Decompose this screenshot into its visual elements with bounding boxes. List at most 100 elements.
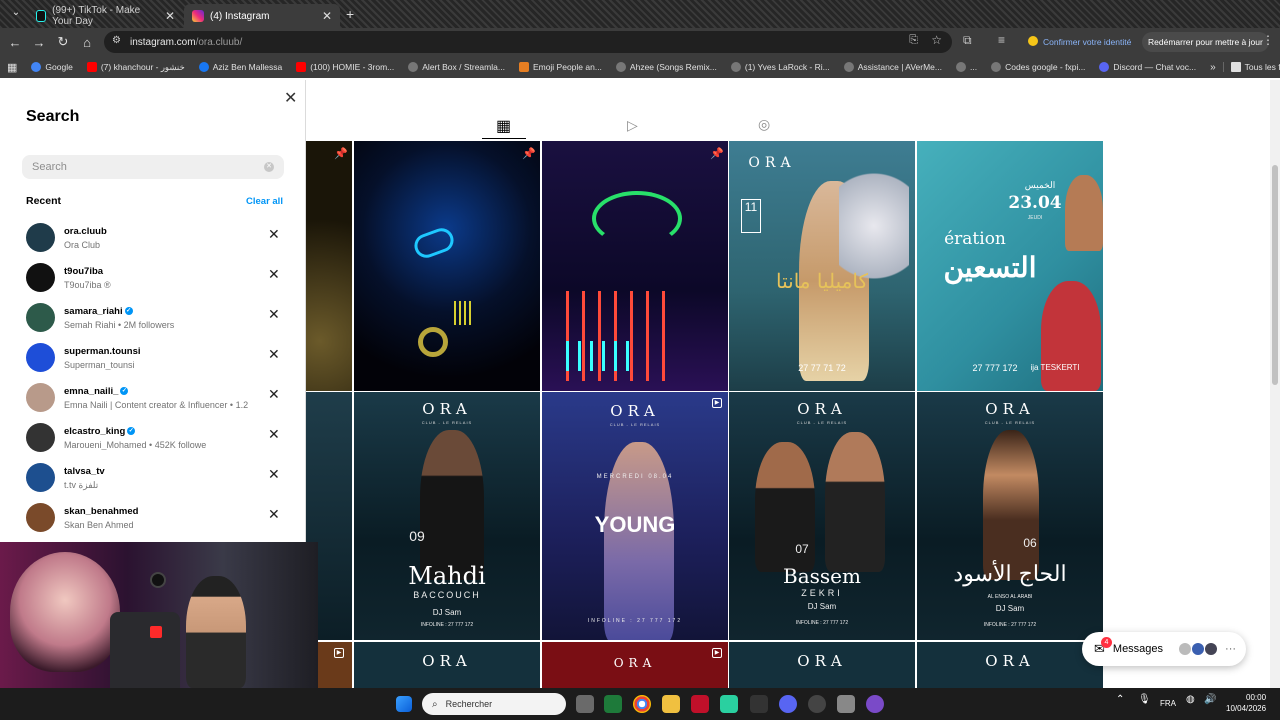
bookmark-avermedia[interactable]: Assistance | AVerMe... (837, 62, 949, 72)
remove-recent-icon[interactable]: ✕ (268, 466, 280, 483)
identity-prompt[interactable]: Confirmer votre identité (1043, 37, 1131, 47)
bookmark-google[interactable]: Google (24, 62, 79, 72)
post-tile[interactable]: ORA CLUB - LE RELAIS 07 Bassem ZEKRI DJ … (729, 392, 915, 640)
remove-recent-icon[interactable]: ✕ (268, 226, 280, 243)
post-tile[interactable]: ORA (354, 642, 540, 688)
recent-search-item[interactable]: samara_riahi ✓ Semah Riahi • 2M followers ✕ (26, 300, 286, 336)
close-icon[interactable]: ✕ (284, 88, 297, 108)
tab-instagram[interactable]: (4) Instagram ✕ (184, 4, 340, 28)
chrome-icon[interactable] (633, 695, 651, 713)
bookmark-youtube-khanchour[interactable]: (7) khanchour - خنشور (80, 62, 192, 73)
remove-recent-icon[interactable]: ✕ (268, 266, 280, 283)
extensions-icon[interactable]: ⧉ (963, 33, 972, 48)
language-indicator[interactable]: FRA (1160, 699, 1176, 708)
post-tile[interactable]: ▶ ORA CLUB - LE RELAIS MERCREDI 08.04 YO… (542, 392, 728, 640)
site-info-icon[interactable]: ⚙ (112, 35, 121, 46)
bookmark-streamlabs[interactable]: Alert Box / Streamla... (401, 62, 512, 72)
tab-posts-grid-icon[interactable]: ▦ (496, 116, 511, 136)
install-app-icon[interactable]: ⎘ (909, 34, 918, 47)
recent-search-item[interactable]: t9ou7iba T9ou7iba ® ✕ (26, 260, 286, 296)
file-explorer-icon[interactable] (662, 695, 680, 713)
bookmark-emoji[interactable]: Emoji People an... (512, 62, 609, 72)
remove-recent-icon[interactable]: ✕ (268, 426, 280, 443)
remove-recent-icon[interactable]: ✕ (268, 506, 280, 523)
app-icon[interactable] (604, 695, 622, 713)
tab-tiktok[interactable]: (99+) TikTok - Make Your Day ✕ (28, 4, 183, 28)
user-subtitle: Semah Riahi • 2M followers (64, 320, 175, 330)
post-tile[interactable]: ORA (729, 642, 915, 688)
pin-icon: 📌 (710, 148, 724, 160)
app-icon[interactable] (691, 695, 709, 713)
back-icon[interactable]: ← (3, 35, 27, 50)
restart-update-button[interactable]: Redémarrer pour mettre à jour (1142, 32, 1269, 52)
settings-icon[interactable] (837, 695, 855, 713)
post-tile[interactable]: ORA CLUB - LE RELAIS 09 Mahdi BACCOUCH D… (354, 392, 540, 640)
bookmark-star-icon[interactable]: ☆ (931, 33, 942, 47)
post-tile[interactable]: ORA 11 كاميليا مانتا 27 77 71 72 (729, 141, 915, 391)
new-tab-button[interactable]: + (346, 6, 354, 22)
remove-recent-icon[interactable]: ✕ (268, 386, 280, 403)
close-tab-icon[interactable]: ✕ (322, 9, 332, 23)
clock-time[interactable]: 00:00 (1246, 693, 1266, 702)
app-icon[interactable] (750, 695, 768, 713)
tab-search-chevron-icon[interactable]: ⌄ (4, 7, 28, 18)
browser-menu-icon[interactable]: ⋮ (1262, 33, 1274, 47)
home-icon[interactable]: ⌂ (75, 35, 99, 50)
all-favorites[interactable]: Tous les favoris (1222, 62, 1280, 72)
avatar (1179, 643, 1192, 655)
obs-icon[interactable] (808, 695, 826, 713)
forward-icon[interactable]: → (27, 35, 51, 50)
volume-icon[interactable]: 🔊 (1204, 694, 1216, 705)
bookmark-facebook[interactable]: Aziz Ben Mallessa (192, 62, 289, 72)
task-view-icon[interactable] (576, 695, 594, 713)
scrollbar-thumb[interactable] (1272, 165, 1278, 385)
show-hidden-icons-icon[interactable]: ⌃ (1116, 694, 1124, 705)
globe-icon (730, 62, 741, 72)
recent-search-item[interactable]: emna_naili_ ✓ Emna Naili | Content creator… (26, 380, 286, 416)
search-input[interactable] (22, 155, 284, 179)
bookmark-yves[interactable]: (1) Yves LaRock - Ri... (724, 62, 837, 72)
clear-all-button[interactable]: Clear all (246, 196, 283, 207)
tab-tagged-icon[interactable]: ◎ (758, 116, 770, 133)
tab-reels-icon[interactable]: ▷ (627, 117, 638, 134)
profile-icon[interactable] (1028, 36, 1038, 46)
clear-search-icon[interactable]: ✕ (264, 162, 274, 172)
bookmark-youtube-homie[interactable]: (100) HOMIE - 3rom... (289, 62, 401, 72)
media-controls-icon[interactable]: ≡ (998, 33, 1005, 47)
more-bookmarks-icon[interactable]: » (1203, 62, 1223, 73)
close-tab-icon[interactable]: ✕ (165, 9, 175, 23)
taskbar-search[interactable]: ⌕ Rechercher (422, 693, 566, 715)
post-tile[interactable]: 📌 (542, 141, 728, 391)
media-player-icon[interactable] (866, 695, 884, 713)
bookmark-codes-google[interactable]: Codes google - fxpi... (984, 62, 1092, 72)
user-subtitle: Emna Naili | Content creator & Influence… (64, 400, 249, 410)
post-tile[interactable]: ORA (917, 642, 1103, 688)
post-tile[interactable]: 📌 (354, 141, 540, 391)
user-subtitle: Maroueni_Mohamed • 452K followe (64, 440, 207, 450)
reload-icon[interactable]: ↻ (51, 34, 75, 50)
microphone-icon[interactable]: 🎙 (1138, 694, 1151, 705)
recent-search-item[interactable]: skan_benahmed Skan Ben Ahmed ✕ (26, 500, 286, 536)
recent-search-item[interactable]: elcastro_king ✓ Maroueni_Mohamed • 452K fo… (26, 420, 286, 456)
bookmark-misc[interactable]: ... (949, 62, 984, 72)
bookmark-ahzee[interactable]: Ahzee (Songs Remix... (609, 62, 724, 72)
post-tile[interactable]: ▶ ORA (542, 642, 728, 688)
network-icon[interactable]: ◍ (1186, 694, 1195, 705)
avatar (26, 423, 55, 452)
recent-search-item[interactable]: superman.tounsi Superman_tounsi ✕ (26, 340, 286, 376)
post-tile[interactable]: 📌 (306, 141, 352, 391)
clock-date[interactable]: 10/04/2026 (1226, 704, 1266, 713)
dancer-figure (983, 430, 1039, 580)
bookmark-discord[interactable]: Discord — Chat voc... (1092, 62, 1203, 72)
post-tile[interactable]: ORA CLUB - LE RELAIS 06 الحاج الأسود AL … (917, 392, 1103, 640)
discord-icon[interactable] (779, 695, 797, 713)
remove-recent-icon[interactable]: ✕ (268, 306, 280, 323)
apps-grid-icon[interactable]: ▦ (0, 61, 24, 74)
address-bar[interactable]: ⚙ instagram.com/ora.cluub/ ⎘ ☆ (104, 31, 952, 53)
windows-start-icon[interactable] (396, 696, 412, 712)
post-tile[interactable]: الخميس 23.04 JEUDI ération التسعين 27 77… (917, 141, 1103, 391)
recent-search-item[interactable]: ora.cluub Ora Club ✕ (26, 220, 286, 256)
recent-search-item[interactable]: talvsa_tv t.tv تلفزة ✕ (26, 460, 286, 496)
remove-recent-icon[interactable]: ✕ (268, 346, 280, 363)
app-icon[interactable] (720, 695, 738, 713)
